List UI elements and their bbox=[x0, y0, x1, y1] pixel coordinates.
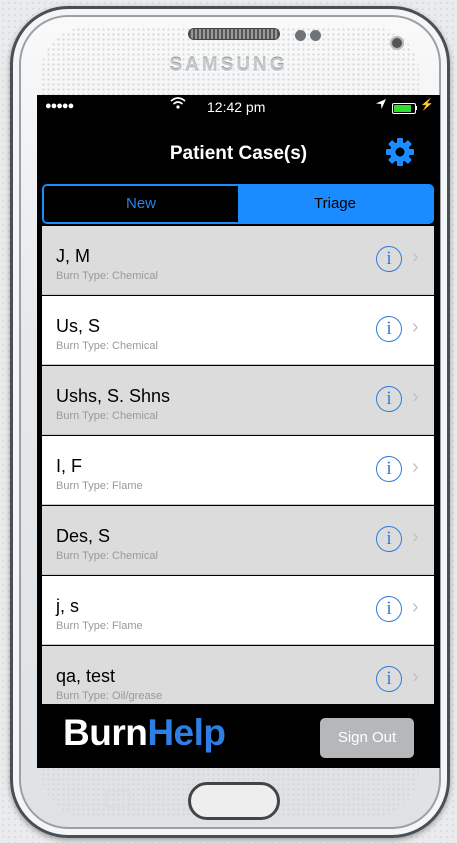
signal-strength: ●●●●● bbox=[45, 100, 74, 112]
patient-name: qa, test bbox=[56, 666, 116, 686]
back-key[interactable]: ↩ bbox=[350, 788, 372, 808]
patient-name: I, F bbox=[56, 456, 82, 476]
burn-type-label: Burn Type: Chemical bbox=[56, 270, 158, 282]
home-button[interactable] bbox=[188, 782, 280, 820]
burn-type-label: Burn Type: Chemical bbox=[56, 410, 158, 422]
proximity-sensor bbox=[295, 30, 306, 41]
chevron-right-icon: › bbox=[412, 456, 419, 478]
case-filter-segmented-control: New Triage bbox=[42, 184, 434, 224]
chevron-right-icon: › bbox=[412, 316, 419, 338]
device-brand: SAMSUNG bbox=[169, 55, 288, 76]
info-icon[interactable]: i bbox=[376, 456, 402, 482]
patient-name: Us, S bbox=[56, 316, 101, 336]
list-item[interactable]: I, F Burn Type: Flame i › bbox=[42, 436, 434, 505]
patient-case-list[interactable]: J, M Burn Type: Chemical i › Us, S Burn Type:… bbox=[42, 226, 434, 704]
burn-type-label: Burn Type: Chemical bbox=[56, 550, 158, 562]
segment-triage[interactable]: Triage bbox=[238, 186, 432, 222]
navigation-bar: Patient Case(s) bbox=[37, 119, 440, 181]
list-item[interactable]: j, s Burn Type: Flame i › bbox=[42, 576, 434, 645]
carrier-redacted bbox=[99, 99, 155, 115]
info-icon[interactable]: i bbox=[376, 666, 402, 692]
list-item[interactable]: qa, test Burn Type: Oil/grease i › bbox=[42, 646, 434, 704]
app-screen: ●●●●● 12:42 pm ⚡ Patient Case(s) New Tri… bbox=[37, 95, 440, 768]
page-title: Patient Case(s) bbox=[169, 143, 308, 164]
patient-name: Ushs, S. Shns bbox=[56, 386, 171, 406]
patient-name: J, M bbox=[56, 246, 90, 266]
recent-apps-key[interactable] bbox=[105, 790, 131, 808]
burn-type-label: Burn Type: Chemical bbox=[56, 340, 158, 352]
info-icon[interactable]: i bbox=[376, 596, 402, 622]
chevron-right-icon: › bbox=[412, 386, 419, 408]
gear-icon[interactable] bbox=[383, 135, 417, 169]
wifi-icon bbox=[170, 96, 186, 114]
list-item[interactable]: J, M Burn Type: Chemical i › bbox=[42, 226, 434, 295]
info-icon[interactable]: i bbox=[376, 386, 402, 412]
info-icon[interactable]: i bbox=[376, 246, 402, 272]
info-icon[interactable]: i bbox=[376, 526, 402, 552]
front-camera bbox=[392, 38, 402, 48]
logo-text-help: Help bbox=[147, 712, 226, 753]
patient-name: Des, S bbox=[56, 526, 111, 546]
burnhelp-logo: BurnHelp bbox=[63, 712, 226, 754]
chevron-right-icon: › bbox=[412, 526, 419, 548]
chevron-right-icon: › bbox=[412, 666, 419, 688]
sign-out-button[interactable]: Sign Out bbox=[320, 718, 414, 758]
patient-name: j, s bbox=[56, 596, 80, 616]
segment-new[interactable]: New bbox=[44, 186, 238, 222]
earpiece-speaker bbox=[188, 28, 280, 40]
location-arrow-icon bbox=[375, 98, 387, 113]
list-item[interactable]: Us, S Burn Type: Chemical i › bbox=[42, 296, 434, 365]
light-sensor bbox=[310, 30, 321, 41]
burn-type-label: Burn Type: Oil/grease bbox=[56, 690, 163, 702]
chevron-right-icon: › bbox=[412, 246, 419, 268]
info-icon[interactable]: i bbox=[376, 316, 402, 342]
battery-fill bbox=[394, 105, 411, 112]
logo-text-burn: Burn bbox=[63, 712, 148, 753]
charging-icon: ⚡ bbox=[420, 99, 434, 111]
burn-type-label: Burn Type: Flame bbox=[56, 480, 143, 492]
list-item[interactable]: Des, S Burn Type: Chemical i › bbox=[42, 506, 434, 575]
list-item[interactable]: Ushs, S. Shns Burn Type: Chemical i › bbox=[42, 366, 434, 435]
burn-type-label: Burn Type: Flame bbox=[56, 620, 143, 632]
status-bar: ●●●●● 12:42 pm ⚡ bbox=[37, 95, 440, 119]
battery-icon bbox=[392, 103, 416, 114]
status-time: 12:42 pm bbox=[207, 99, 266, 115]
footer-bar: BurnHelp Sign Out bbox=[37, 704, 440, 768]
chevron-right-icon: › bbox=[412, 596, 419, 618]
battery-tip bbox=[415, 106, 417, 110]
